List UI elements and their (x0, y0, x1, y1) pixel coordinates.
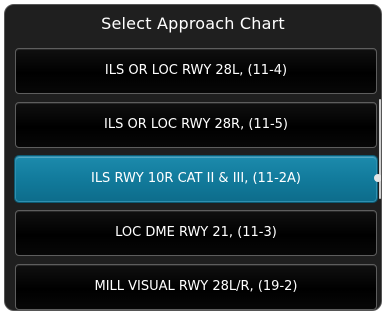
scrollbar-thumb[interactable] (374, 174, 381, 182)
scrollbar-track[interactable] (379, 99, 381, 199)
chart-item-loc-dme-rwy-21[interactable]: LOC DME RWY 21, (11-3) (15, 210, 377, 256)
chart-item-mill-visual-rwy-28l-r[interactable]: MILL VISUAL RWY 28L/R, (19-2) (15, 264, 377, 310)
dialog-title: Select Approach Chart (101, 14, 285, 33)
chart-item-ils-loc-rwy-28l[interactable]: ILS OR LOC RWY 28L, (11-4) (15, 48, 377, 94)
chart-item-ils-loc-rwy-28r[interactable]: ILS OR LOC RWY 28R, (11-5) (15, 102, 377, 148)
select-approach-chart-dialog: Select Approach Chart ILS OR LOC RWY 28L… (4, 4, 382, 311)
approach-chart-list[interactable]: ILS OR LOC RWY 28L, (11-4) ILS OR LOC RW… (5, 45, 381, 310)
chart-item-ils-rwy-10r-cat-ii-iii[interactable]: ILS RWY 10R CAT II & III, (11-2A) (15, 156, 377, 202)
